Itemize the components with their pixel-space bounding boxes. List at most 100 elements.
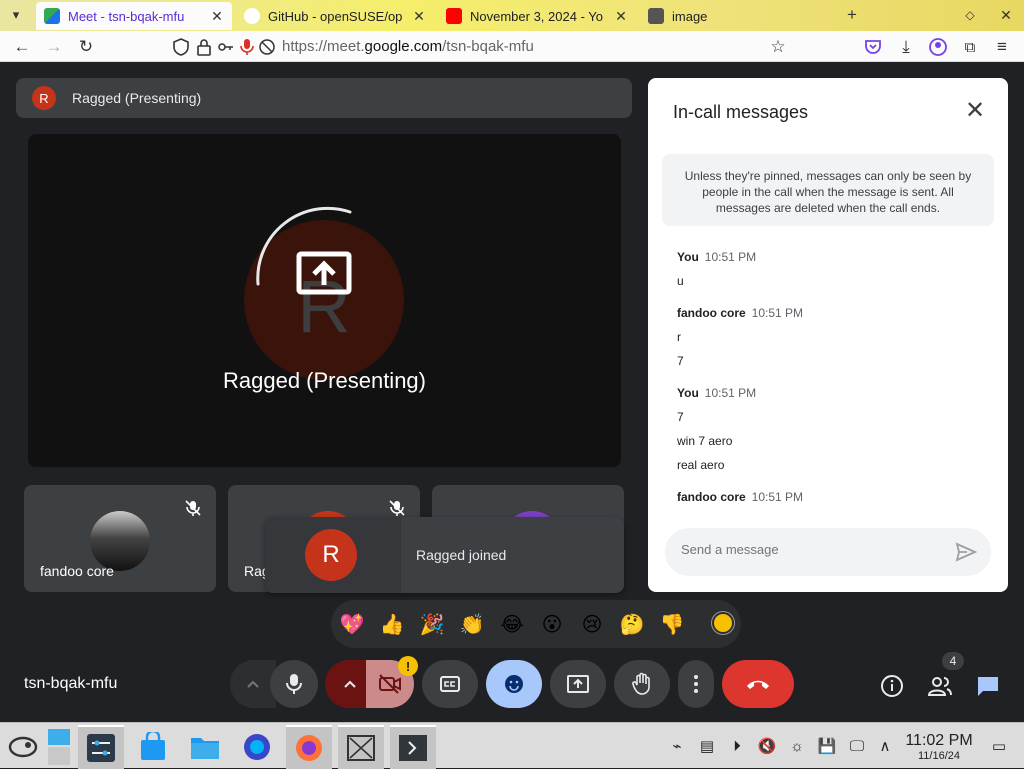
- close-icon[interactable]: ✕: [964, 99, 986, 123]
- captions-button[interactable]: [422, 660, 478, 708]
- people-button[interactable]: [926, 672, 954, 700]
- display-tray-icon[interactable]: 🖵: [848, 737, 866, 755]
- message-text: 7: [677, 354, 684, 368]
- leave-call-button[interactable]: [722, 660, 794, 708]
- lock-icon: [197, 39, 211, 56]
- back-icon[interactable]: ←: [10, 35, 34, 59]
- tab-github[interactable]: GitHub - openSUSE/op ✕: [236, 2, 434, 30]
- pocket-icon[interactable]: [864, 38, 882, 56]
- participants-count-badge: 4: [942, 652, 964, 670]
- microphone-active-icon: [240, 39, 254, 55]
- message-text: real aero: [677, 458, 725, 472]
- message-input[interactable]: [681, 542, 931, 557]
- skin-tone-button[interactable]: [712, 612, 734, 634]
- save-tray-icon[interactable]: 💾: [818, 737, 837, 755]
- close-tab-icon[interactable]: ✕: [208, 8, 226, 25]
- firefox-task[interactable]: [286, 725, 332, 769]
- chat-panel: In-call messages ✕ Unless they're pinned…: [648, 78, 1008, 592]
- people-icon: [927, 677, 952, 696]
- reaction-thumbs-down-button[interactable]: 👎: [657, 610, 687, 638]
- store-task[interactable]: [130, 725, 176, 769]
- present-screen-icon: [567, 675, 589, 693]
- window-close-icon[interactable]: ✕: [994, 3, 1018, 27]
- tab-youtube[interactable]: November 3, 2024 - Yo ✕: [438, 2, 636, 30]
- clock-time: 11:02 PM: [905, 732, 973, 749]
- message-group: fandoo core 10:51 PM r 7: [648, 306, 1008, 370]
- reaction-thumbs-up-button[interactable]: 👍: [377, 610, 407, 638]
- message-sender: You: [677, 386, 699, 400]
- media-player-tray-icon[interactable]: ⏵: [728, 737, 746, 755]
- reaction-clap-button[interactable]: 👏: [457, 610, 487, 638]
- reaction-surprised-button[interactable]: 😮: [537, 610, 567, 638]
- chevron-up-icon: [247, 680, 259, 688]
- bookmark-star-icon[interactable]: ☆: [766, 35, 790, 59]
- reaction-sad-button[interactable]: 😢: [577, 610, 607, 638]
- list-all-tabs-icon[interactable]: ◇: [958, 3, 982, 27]
- url-prefix: https://meet.: [282, 38, 365, 55]
- reaction-laugh-button[interactable]: 😂: [497, 610, 527, 638]
- downloads-icon[interactable]: ⤓: [894, 35, 918, 59]
- presenter-bar[interactable]: R Ragged (Presenting): [16, 78, 632, 118]
- close-tab-icon[interactable]: ✕: [410, 8, 428, 25]
- tab-meet[interactable]: Meet - tsn-bqak-mfu ✕: [36, 2, 232, 30]
- reaction-party-button[interactable]: 🎉: [417, 610, 447, 638]
- camera-alert-badge: !: [398, 656, 418, 676]
- message-group: You 10:51 PM u: [648, 250, 1008, 290]
- brightness-tray-icon[interactable]: ☼: [788, 737, 806, 755]
- present-now-button[interactable]: [550, 660, 606, 708]
- emoji-reactions-button[interactable]: [486, 660, 542, 708]
- screenshot-tool-task[interactable]: [338, 725, 384, 769]
- system-settings-task[interactable]: [78, 725, 124, 769]
- account-icon[interactable]: [929, 38, 947, 56]
- hang-up-icon: [747, 680, 769, 689]
- extensions-icon[interactable]: ⧉: [958, 35, 982, 59]
- file-manager-task[interactable]: [182, 725, 228, 769]
- microphone-button[interactable]: [270, 660, 318, 708]
- chat-button[interactable]: [974, 672, 1002, 700]
- clock[interactable]: 11:02 PM 11/16/24: [898, 732, 980, 762]
- url-bar[interactable]: https://meet.google.com/tsn-bqak-mfu: [168, 34, 800, 60]
- shield-icon: [173, 38, 189, 56]
- tab-list-icon[interactable]: ▾: [4, 3, 28, 27]
- firefox-pinned-task[interactable]: [234, 725, 280, 769]
- captions-icon: [440, 676, 460, 692]
- reload-icon[interactable]: ↻: [74, 35, 98, 59]
- message-list[interactable]: You 10:51 PM u fandoo core 10:51 PM r 7 Yo…: [648, 238, 1008, 512]
- chat-info-notice: Unless they're pinned, messages can only…: [662, 154, 994, 226]
- participant-name: fandoo core: [40, 563, 114, 579]
- reaction-thinking-button[interactable]: 🤔: [617, 610, 647, 638]
- message-group: fandoo core 10:51 PM: [648, 490, 1008, 506]
- notification-text: Ragged joined: [416, 547, 507, 563]
- expand-tray-icon[interactable]: ∧: [876, 737, 894, 755]
- terminal-icon: [399, 735, 427, 761]
- clipboard-tray-icon[interactable]: ▤: [698, 737, 716, 755]
- message-header: You 10:51 PM: [677, 250, 1008, 266]
- browser-nav-bar: ← → ↻ https://meet.google.com/tsn-bqak-m…: [0, 31, 1024, 62]
- panel-title: In-call messages: [673, 102, 809, 122]
- show-desktop-icon[interactable]: ▭: [990, 737, 1008, 755]
- camera-blocked-icon: [259, 39, 275, 55]
- reaction-heart-button[interactable]: 💖: [337, 610, 367, 638]
- send-icon[interactable]: [955, 542, 977, 562]
- volume-muted-tray-icon[interactable]: 🔇: [758, 737, 777, 755]
- raise-hand-button[interactable]: [614, 660, 670, 708]
- menu-icon[interactable]: ≡: [990, 35, 1014, 59]
- message-text: win 7 aero: [677, 434, 733, 448]
- settings-sliders-icon: [87, 734, 115, 762]
- raise-hand-icon: [632, 672, 650, 695]
- chevron-up-icon: [344, 680, 356, 688]
- tab-image[interactable]: image: [640, 2, 820, 30]
- shopping-bag-icon: [141, 732, 165, 760]
- meeting-details-button[interactable]: [878, 672, 906, 700]
- application-launcher-icon[interactable]: [0, 725, 46, 769]
- message-time: 10:51 PM: [751, 490, 804, 504]
- network-tray-icon[interactable]: ⌁: [668, 737, 686, 755]
- close-tab-icon[interactable]: ✕: [612, 8, 630, 25]
- forward-icon[interactable]: →: [42, 35, 66, 59]
- main-video-tile[interactable]: R Ragged (Presenting): [28, 134, 621, 467]
- pager-icon[interactable]: [44, 725, 74, 769]
- new-tab-icon[interactable]: +: [840, 3, 864, 27]
- participant-tile[interactable]: fandoo core: [24, 485, 216, 592]
- terminal-task[interactable]: [390, 725, 436, 769]
- more-options-button[interactable]: [678, 660, 714, 708]
